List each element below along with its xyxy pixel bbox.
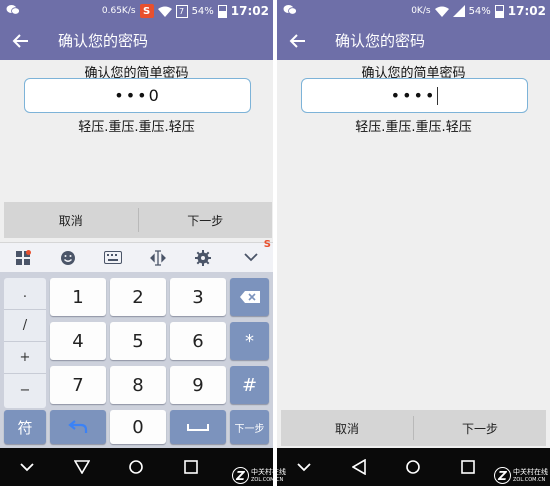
sohu-input-icon: S	[139, 4, 154, 18]
page-title: 确认您的密码	[58, 32, 149, 50]
space-bar-icon	[187, 424, 209, 431]
symbols-key[interactable]: 符	[4, 410, 46, 444]
network-speed: 0.65K/s	[101, 6, 136, 16]
zol-url: ZOL.COM.CN	[513, 476, 546, 483]
key-minus[interactable]: −	[4, 374, 46, 406]
battery-percent: 54%	[191, 5, 214, 17]
clock: 17:02	[230, 4, 269, 18]
password-pattern-hint: 轻压.重压.重压.轻压	[355, 120, 472, 135]
numeric-keyboard: . / + − 1 2 3 4 5 6 * 7 8 9 # 符 0 下一步	[0, 272, 273, 448]
signal-icon	[452, 5, 465, 17]
app-bar: 确认您的密码	[277, 22, 550, 60]
nav-collapse-icon[interactable]	[291, 454, 317, 480]
wifi-icon	[434, 6, 449, 17]
key-5[interactable]: 5	[110, 322, 166, 360]
cancel-button[interactable]: 取消	[4, 202, 138, 238]
zol-name: 中关村在线	[251, 467, 286, 476]
key-slash[interactable]: /	[4, 310, 46, 342]
password-field[interactable]: ••• 0	[24, 78, 251, 113]
wechat-notification-icon	[283, 5, 297, 15]
zol-watermark-left: Z 中关村在线 ZOL.COM.CN	[232, 467, 286, 484]
key-star[interactable]: *	[230, 322, 269, 360]
back-arrow-icon[interactable]	[10, 30, 32, 52]
zol-url: ZOL.COM.CN	[251, 476, 284, 483]
return-key[interactable]	[50, 410, 106, 444]
status-bar: 0.65K/s S 7 54% 17:02	[0, 0, 273, 22]
symbol-column: . / + −	[4, 278, 46, 408]
clock: 17:02	[507, 4, 546, 18]
wifi-icon	[157, 6, 172, 17]
key-plus[interactable]: +	[4, 342, 46, 374]
key-8[interactable]: 8	[110, 366, 166, 404]
emoji-icon[interactable]	[45, 243, 90, 273]
text-cursor	[437, 86, 439, 105]
battery-icon	[494, 4, 504, 18]
undo-arrow-icon	[68, 420, 88, 433]
apps-grid-icon[interactable]	[0, 243, 45, 273]
nav-recents-icon[interactable]	[178, 454, 204, 480]
key-1[interactable]: 1	[50, 278, 106, 316]
password-pattern-hint: 轻压.重压.重压.轻压	[78, 120, 195, 135]
zol-name: 中关村在线	[513, 467, 548, 476]
sim-icon: 7	[175, 4, 188, 18]
keyboard-switch-icon[interactable]	[90, 243, 135, 273]
password-last-char: 0	[148, 86, 161, 105]
key-4[interactable]: 4	[50, 322, 106, 360]
page-title: 确认您的密码	[335, 32, 426, 50]
key-6[interactable]: 6	[170, 322, 226, 360]
nav-recents-icon[interactable]	[455, 454, 481, 480]
keyboard-toolbar: S	[0, 239, 273, 273]
key-7[interactable]: 7	[50, 366, 106, 404]
battery-percent: 54%	[468, 5, 491, 17]
network-speed: 0K/s	[411, 6, 431, 16]
nav-back-icon[interactable]	[69, 454, 95, 480]
zol-logo: Z	[232, 467, 249, 484]
key-3[interactable]: 3	[170, 278, 226, 316]
key-9[interactable]: 9	[170, 366, 226, 404]
cancel-button[interactable]: 取消	[281, 410, 413, 446]
password-field[interactable]: ••••	[301, 78, 528, 113]
status-bar: 0K/s 54% 17:02	[277, 0, 550, 22]
nav-back-icon[interactable]	[346, 454, 372, 480]
wechat-notification-icon	[6, 5, 20, 15]
key-2[interactable]: 2	[110, 278, 166, 316]
zol-logo: Z	[494, 467, 511, 484]
backspace-key[interactable]	[230, 278, 269, 316]
left-phone-screen: 0.65K/s S 7 54% 17:02 确认您的密码 确认您的简单密码 ••…	[0, 0, 273, 486]
key-dot[interactable]: .	[4, 278, 46, 310]
battery-icon	[217, 4, 227, 18]
back-arrow-icon[interactable]	[287, 30, 309, 52]
nav-collapse-icon[interactable]	[14, 454, 40, 480]
next-button[interactable]: 下一步	[139, 202, 273, 238]
right-phone-screen: 0K/s 54% 17:02 确认您的密码 确认您的简单密码 •••• 轻压.重…	[277, 0, 550, 486]
sohu-logo-icon: S	[263, 239, 271, 250]
nav-home-icon[interactable]	[123, 454, 149, 480]
nav-home-icon[interactable]	[400, 454, 426, 480]
action-bar: 取消 下一步	[281, 410, 546, 446]
action-bar: 取消 下一步	[4, 202, 272, 238]
password-mask: •••	[114, 86, 149, 105]
zol-watermark: Z 中关村在线 ZOL.COM.CN	[494, 467, 548, 484]
keyboard-next-key[interactable]: 下一步	[230, 410, 269, 444]
settings-gear-icon[interactable]	[180, 243, 225, 273]
next-button[interactable]: 下一步	[414, 410, 546, 446]
password-mask: ••••	[390, 86, 437, 105]
key-hash[interactable]: #	[230, 366, 269, 404]
cursor-move-icon[interactable]	[135, 243, 180, 273]
space-key[interactable]	[170, 410, 226, 444]
backspace-icon	[239, 291, 260, 303]
app-bar: 确认您的密码	[0, 22, 273, 60]
key-0[interactable]: 0	[110, 410, 166, 444]
